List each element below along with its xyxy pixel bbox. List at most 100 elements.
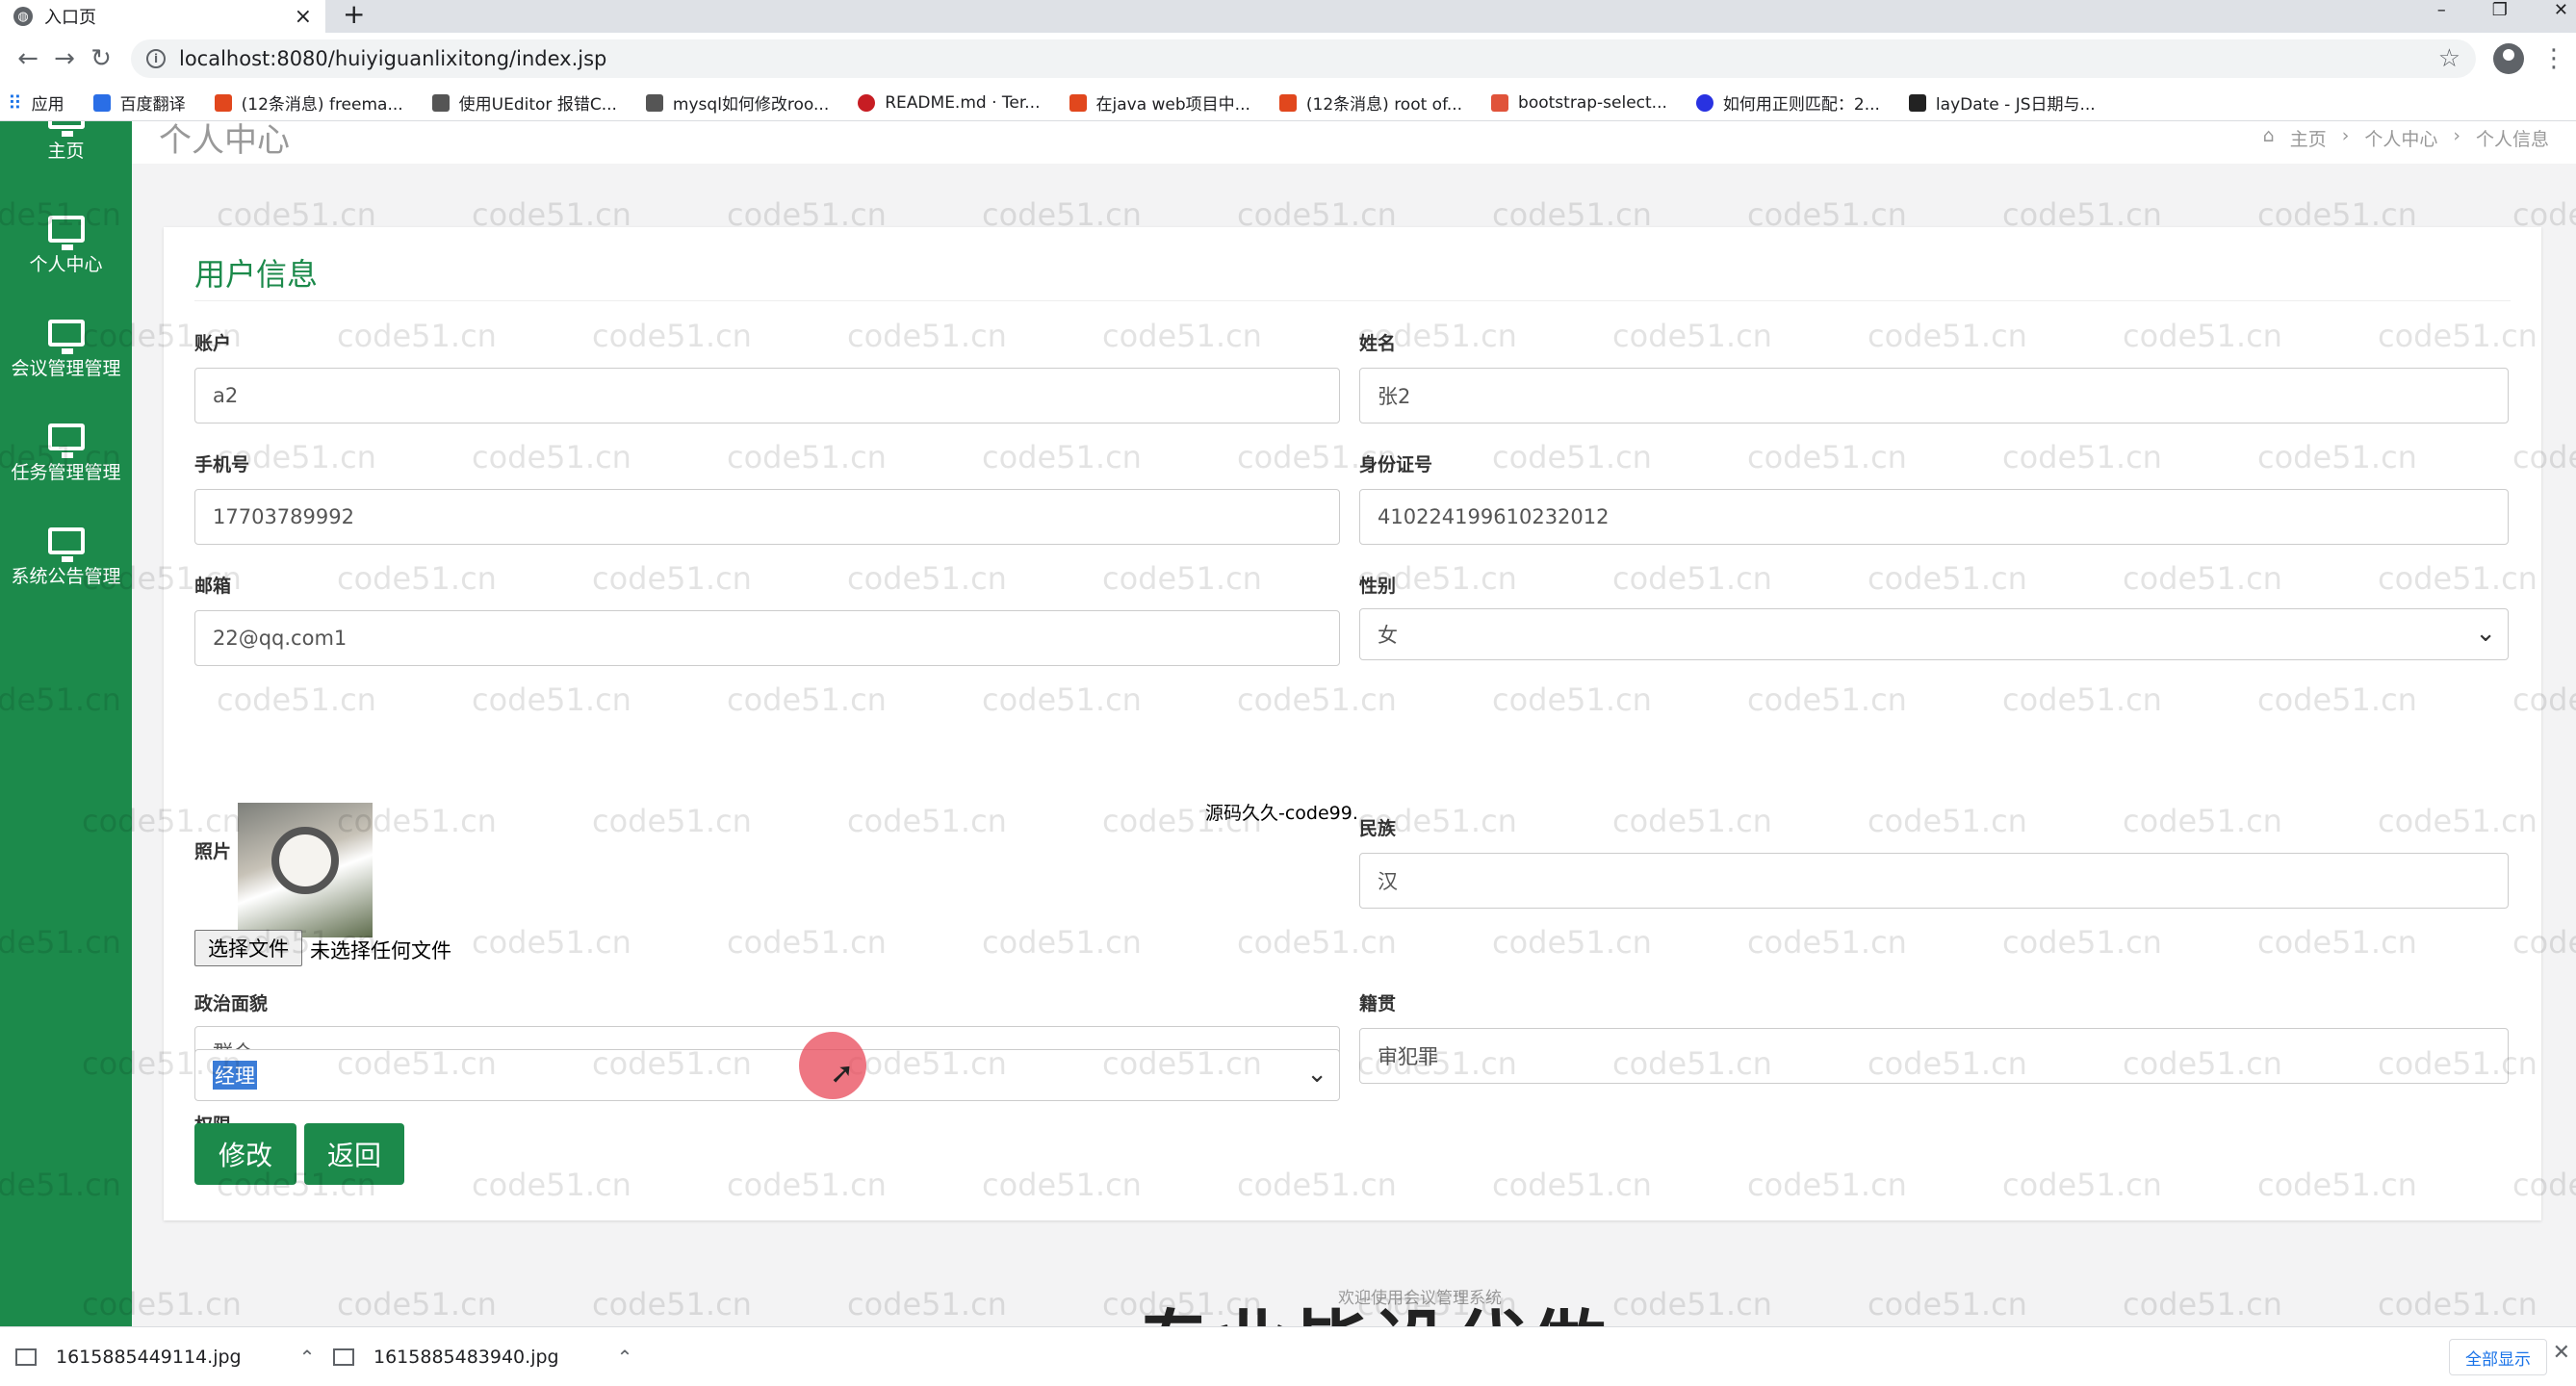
photo-thumbnail [238,803,373,937]
show-all-button[interactable]: 全部显示 [2449,1339,2547,1375]
ethnicity-field[interactable]: 汉 [1359,853,2509,909]
menu-icon[interactable]: ⋮ [2541,44,2566,73]
monitor-icon [47,121,85,137]
globe-icon: ◍ [13,7,33,26]
reload-icon[interactable]: ↻ [83,44,119,73]
name-label: 姓名 [1359,333,1397,354]
page-title: 个人中心 [159,121,290,160]
account-field[interactable]: a2 [194,368,1340,424]
site-icon [645,93,663,112]
watermark-text: code51.cn [2378,1286,2537,1322]
id-number-label: 身份证号 [1359,454,1433,475]
close-shelf-icon[interactable]: ✕ [2553,1341,2570,1365]
restore-icon[interactable]: ❐ [2492,0,2508,20]
bookmark-item[interactable]: 在java web项目中... [1069,90,1250,115]
info-icon[interactable]: i [146,49,166,68]
sidebar: 主页 个人中心 会议管理管理 任务管理管理 系统公告管理 [0,121,132,1326]
gender-select[interactable]: 女 [1359,608,2509,660]
bookmark-item[interactable]: bootstrap-select... [1491,93,1667,113]
sidebar-item-task-management[interactable]: 任务管理管理 [0,424,132,484]
chevron-up-icon[interactable]: ⌃ [299,1346,316,1369]
close-icon[interactable]: × [295,5,312,29]
sidebar-item-meeting-management[interactable]: 会议管理管理 [0,320,132,380]
email-field[interactable]: 22@qq.com1 [194,610,1340,666]
image-file-icon [15,1348,37,1366]
forward-icon[interactable]: → [46,44,83,73]
edit-button[interactable]: 修改 [194,1123,296,1185]
browser-tab[interactable]: ◍ 入口页 × [0,0,325,33]
native-place-label: 籍贯 [1359,993,1397,1014]
gitee-icon [858,93,876,112]
bookmarks-bar: ⠿ 应用 百度翻译 (12条消息) freema... 使用UEditor 报错C… [0,85,2576,121]
address-bar: ← → ↻ i localhost:8080/huiyiguanlixitong… [0,33,2576,85]
tab-title: 入口页 [44,8,96,28]
bookmark-item[interactable]: (12条消息) root of... [1278,90,1462,115]
monitor-icon [47,527,85,562]
permission-select[interactable]: 经理 [194,1049,1340,1101]
watermark-text: code51.cn [337,1286,497,1322]
id-number-field[interactable]: 410224199610232012 [1359,489,2509,545]
monitor-icon [47,216,85,250]
watermark-text: code51.cn [1868,1286,2027,1322]
breadcrumb-separator: › [2341,125,2350,146]
bookmark-item[interactable]: layDate - JS日期与... [1908,90,2096,115]
email-label: 邮箱 [194,576,232,597]
panel-title: 用户信息 [194,256,319,293]
download-filename: 1615885449114.jpg [56,1346,242,1368]
bookmark-item[interactable]: 百度翻译 [92,90,186,115]
photo-label: 照片 [194,841,232,862]
sidebar-item-announcement-management[interactable]: 系统公告管理 [0,527,132,588]
back-icon[interactable]: ← [10,44,46,73]
native-place-field[interactable]: 审犯罪 [1359,1028,2509,1084]
gender-value: 女 [1378,624,1398,647]
image-file-icon [333,1348,354,1366]
monitor-icon [47,424,85,458]
bookmark-item[interactable]: 如何用正则匹配：2... [1695,90,1880,115]
download-item[interactable]: 1615885449114.jpg ⌃ [15,1346,333,1369]
url-text[interactable]: localhost:8080/huiyiguanlixitong/index.j… [179,47,2425,70]
csdn-icon [1278,93,1297,112]
monitor-icon [47,320,85,354]
bookmark-item[interactable]: README.md · Ter... [858,93,1041,113]
browser-tabstrip: ◍ 入口页 × + – ❐ ✕ [0,0,2576,33]
choose-file-button[interactable]: 选择文件 [194,930,302,966]
star-icon[interactable]: ☆ [2438,44,2460,73]
phone-label: 手机号 [194,454,250,475]
minimize-icon[interactable]: – [2437,0,2446,20]
back-button[interactable]: 返回 [304,1123,404,1185]
watermark-text: code51.cn [592,1286,752,1322]
site-icon [1491,93,1509,112]
new-tab-button[interactable]: + [343,0,365,33]
watermark-text: code51.cn [847,1286,1007,1322]
divider [194,300,2511,301]
home-icon: ⌂ [2262,125,2275,146]
side-note: 源码久久-code99. [1205,803,1358,824]
permission-value: 经理 [213,1061,257,1090]
sidebar-item-home[interactable]: 主页 [0,121,132,163]
csdn-icon [214,93,232,112]
download-filename: 1615885483940.jpg [374,1346,559,1368]
breadcrumb-personal-center[interactable]: 个人中心 [2364,125,2437,151]
baidu-icon [1695,93,1713,112]
laydate-icon [1908,93,1926,112]
chevron-up-icon[interactable]: ⌃ [617,1346,633,1369]
csdn-icon [1069,93,1087,112]
close-window-icon[interactable]: ✕ [2554,0,2568,20]
phone-field[interactable]: 17703789992 [194,489,1340,545]
breadcrumb-separator: › [2453,125,2460,146]
download-item[interactable]: 1615885483940.jpg ⌃ [333,1346,651,1369]
watermark-text: code51.cn [2123,1286,2282,1322]
name-field[interactable]: 张2 [1359,368,2509,424]
bookmark-item[interactable]: mysql如何修改roo... [645,90,829,115]
account-label: 账户 [194,333,232,354]
ethnicity-label: 民族 [1359,818,1397,839]
download-shelf: 1615885449114.jpg ⌃ 1615885483940.jpg ⌃ … [0,1326,2576,1386]
bookmark-item[interactable]: (12条消息) freema... [214,90,403,115]
bookmark-item[interactable]: 使用UEditor 报错C... [431,90,617,115]
apps-icon: ⠿ [8,90,22,115]
sidebar-item-personal-center[interactable]: 个人中心 [0,216,132,276]
url-field[interactable]: i localhost:8080/huiyiguanlixitong/index… [131,39,2476,78]
profile-icon[interactable] [2493,43,2524,74]
breadcrumb-home[interactable]: 主页 [2290,125,2327,151]
bookmark-apps[interactable]: ⠿ 应用 [8,90,64,116]
